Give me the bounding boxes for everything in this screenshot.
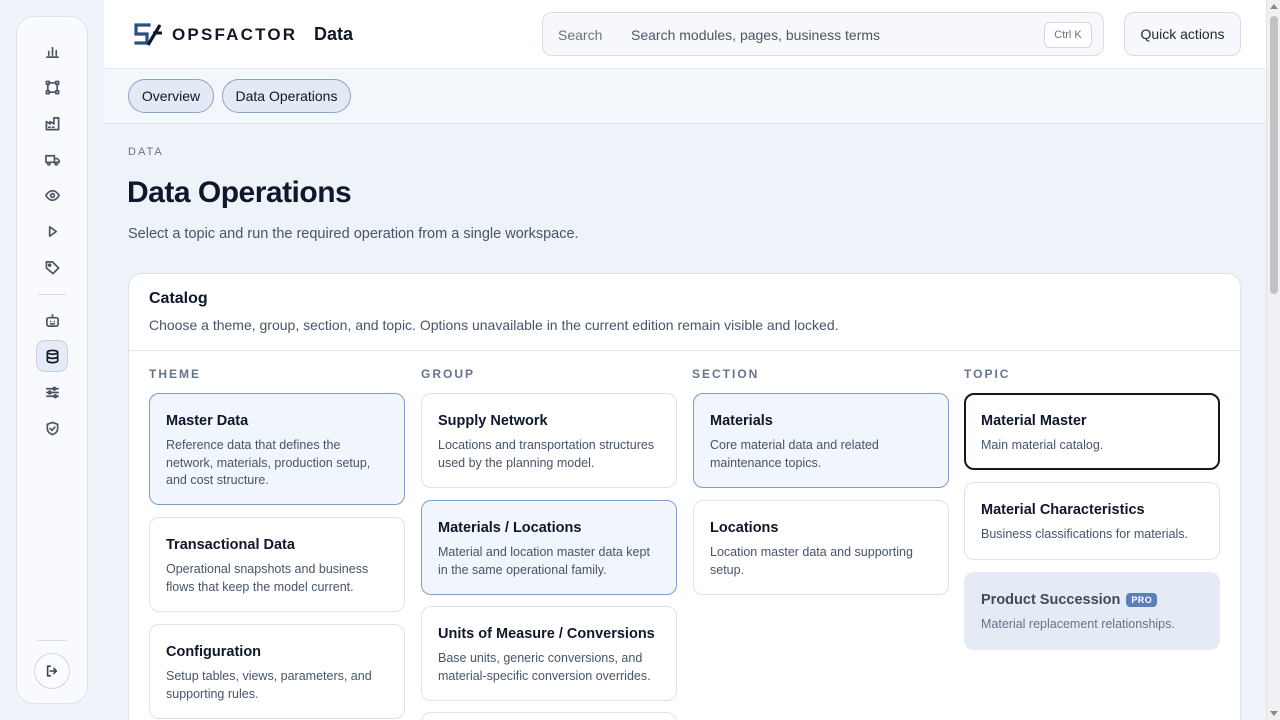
logout-button[interactable]: [34, 653, 70, 689]
card-description: Operational snapshots and business flows…: [166, 562, 369, 594]
card-title: Supply Network: [438, 413, 548, 429]
network-icon[interactable]: [36, 71, 68, 103]
tab-data-operations[interactable]: Data Operations: [222, 79, 351, 113]
column-label-group: GROUP: [421, 367, 476, 381]
topic-card-material-master[interactable]: Material Master Main material catalog.: [964, 393, 1220, 470]
card-title-row: Product Succession PRO: [981, 592, 1203, 608]
catalog-panel: Catalog Choose a theme, group, section, …: [128, 273, 1241, 720]
card-title: Materials / Locations: [438, 520, 582, 536]
section-card-materials[interactable]: Materials Core material data and related…: [693, 393, 949, 488]
group-card-units-of-measure[interactable]: Units of Measure / Conversions Base unit…: [421, 606, 677, 701]
page-subtitle: Select a topic and run the required oper…: [128, 226, 579, 242]
card-title: Material Characteristics: [981, 502, 1145, 518]
quick-actions-button[interactable]: Quick actions: [1124, 12, 1241, 56]
page-title: Data Operations: [127, 176, 352, 209]
catalog-header: Catalog Choose a theme, group, section, …: [129, 274, 1240, 351]
tab-bar: Overview Data Operations: [104, 69, 1266, 124]
factory-icon[interactable]: [36, 107, 68, 139]
column-label-theme: THEME: [149, 367, 201, 381]
card-description: Main material catalog.: [981, 438, 1104, 452]
card-title: Locations: [710, 520, 779, 536]
left-rail: [16, 16, 88, 704]
global-search[interactable]: Search Ctrl K: [542, 12, 1104, 56]
catalog-description: Choose a theme, group, section, and topi…: [149, 317, 839, 333]
logo-mark-icon: [134, 22, 164, 48]
rail-divider: [37, 294, 67, 295]
module-title: Data: [314, 24, 354, 44]
group-card-partial[interactable]: [421, 712, 677, 720]
card-description: Base units, generic conversions, and mat…: [438, 651, 651, 683]
top-header: OPSFACTOR Data Search Ctrl K Quick actio…: [104, 0, 1266, 69]
catalog-title: Catalog: [149, 290, 208, 307]
search-input[interactable]: [631, 21, 1031, 49]
card-title: Product Succession: [981, 592, 1121, 608]
chart-icon[interactable]: [36, 35, 68, 67]
group-card-supply-network[interactable]: Supply Network Locations and transportat…: [421, 393, 677, 488]
card-title: Units of Measure / Conversions: [438, 626, 655, 642]
brand-logo[interactable]: OPSFACTOR: [134, 22, 297, 48]
column-label-section: SECTION: [692, 367, 760, 381]
card-description: Setup tables, views, parameters, and sup…: [166, 669, 372, 701]
pro-badge: PRO: [1126, 593, 1158, 607]
shield-icon[interactable]: [36, 412, 68, 444]
card-description: Material and location master data kept i…: [438, 545, 650, 577]
card-title: Material Master: [981, 413, 1087, 429]
sliders-icon[interactable]: [36, 376, 68, 408]
section-card-locations[interactable]: Locations Location master data and suppo…: [693, 500, 949, 595]
column-label-topic: TOPIC: [964, 367, 1011, 381]
rail-divider: [37, 640, 67, 641]
tab-overview[interactable]: Overview: [128, 79, 214, 113]
card-description: Core material data and related maintenan…: [710, 438, 879, 470]
card-description: Material replacement relationships.: [981, 617, 1175, 631]
search-label: Search: [558, 27, 603, 43]
scroll-down-arrow-icon[interactable]: [1270, 711, 1278, 716]
card-description: Locations and transportation structures …: [438, 438, 655, 470]
brand-name: OPSFACTOR: [172, 25, 298, 44]
robot-icon[interactable]: [36, 304, 68, 336]
scroll-thumb[interactable]: [1270, 16, 1278, 294]
card-title: Transactional Data: [166, 537, 295, 553]
card-description: Location master data and supporting setu…: [710, 545, 913, 577]
page-scrollbar[interactable]: [1266, 0, 1280, 720]
search-shortcut-badge: Ctrl K: [1044, 22, 1092, 48]
truck-icon[interactable]: [36, 143, 68, 175]
card-description: Reference data that defines the network,…: [166, 438, 371, 487]
card-description: Business classifications for materials.: [981, 527, 1189, 541]
card-title: Master Data: [166, 413, 249, 429]
scroll-up-arrow-icon[interactable]: [1270, 4, 1278, 9]
logout-icon: [46, 665, 58, 677]
card-title: Configuration: [166, 644, 262, 660]
topic-card-material-characteristics[interactable]: Material Characteristics Business classi…: [964, 482, 1220, 560]
theme-card-transactional-data[interactable]: Transactional Data Operational snapshots…: [149, 517, 405, 612]
card-title: Materials: [710, 413, 773, 429]
database-icon[interactable]: [36, 340, 68, 372]
tag-icon[interactable]: [36, 251, 68, 283]
page-eyebrow: DATA: [128, 146, 164, 158]
theme-card-master-data[interactable]: Master Data Reference data that defines …: [149, 393, 405, 505]
group-card-materials-locations[interactable]: Materials / Locations Material and locat…: [421, 500, 677, 595]
play-icon[interactable]: [36, 215, 68, 247]
eye-icon[interactable]: [36, 179, 68, 211]
theme-card-configuration[interactable]: Configuration Setup tables, views, param…: [149, 624, 405, 719]
topic-card-product-succession: Product Succession PRO Material replacem…: [964, 572, 1220, 650]
